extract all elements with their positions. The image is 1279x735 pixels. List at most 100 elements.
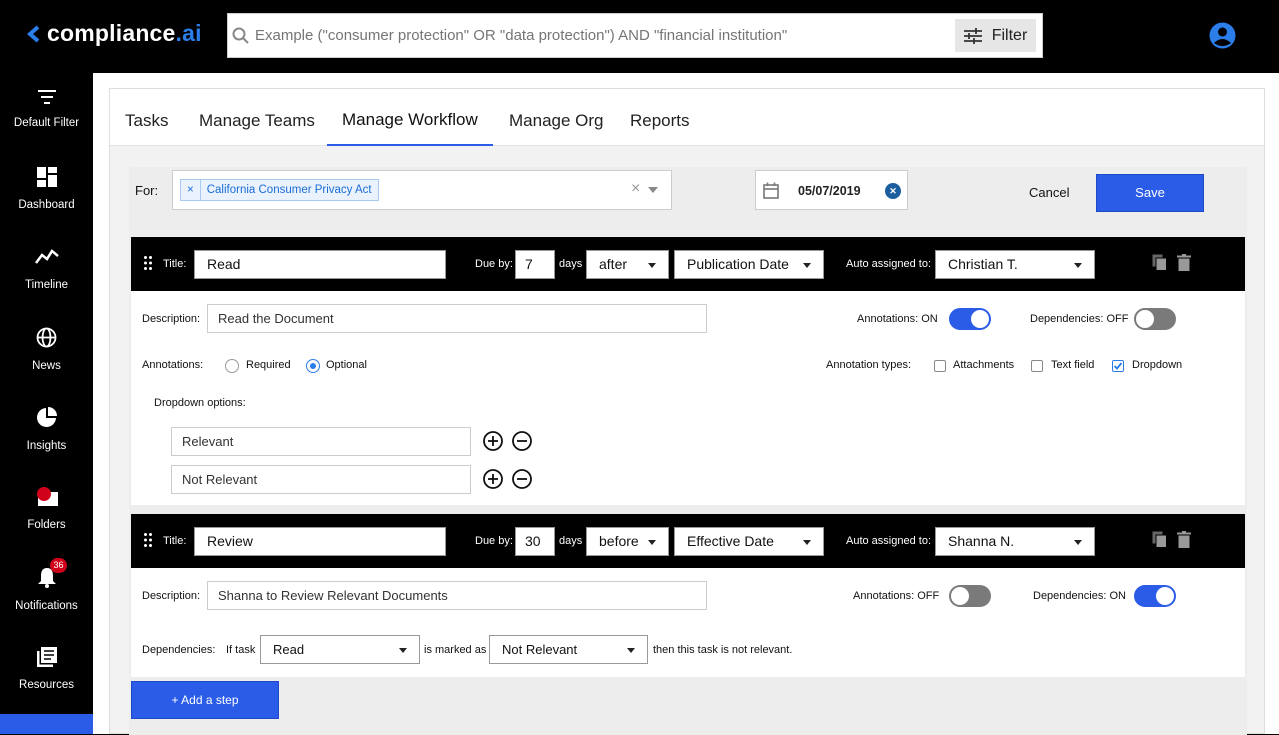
text-field-label: Text field	[1051, 359, 1095, 371]
event-select[interactable]: Effective Date	[674, 527, 824, 556]
save-button[interactable]: Save	[1096, 174, 1204, 212]
sidebar-item-notifications[interactable]: 36 Notifications	[0, 558, 93, 647]
assignee-select[interactable]: Christian T.	[935, 250, 1095, 279]
copy-icon[interactable]	[1152, 531, 1167, 548]
workflow-panel: Tasks Manage Teams Manage Workflow Manag…	[109, 88, 1265, 735]
step-body: Description: Read the Document Annotatio…	[131, 291, 1245, 505]
due-days-input[interactable]: 7	[515, 250, 555, 279]
annotations-label: Annotations:	[142, 359, 204, 371]
assignee-select[interactable]: Shanna N.	[935, 527, 1095, 556]
filter-button[interactable]: Filter	[955, 19, 1036, 52]
dependency-value-select[interactable]: Not Relevant	[489, 635, 648, 664]
folder-icon	[36, 487, 58, 506]
workflow-editor: For: × California Consumer Privacy Act ×…	[129, 167, 1247, 735]
sidebar-item-label: Insights	[26, 440, 67, 452]
calendar-icon	[763, 182, 779, 199]
step-title-input[interactable]: Read	[194, 250, 446, 279]
relation-value: before	[599, 533, 639, 549]
checkmark-icon	[1113, 362, 1123, 370]
regulation-tag: × California Consumer Privacy Act	[180, 179, 379, 201]
sidebar-item-label: News	[32, 360, 61, 372]
tab-manage-teams[interactable]: Manage Teams	[199, 111, 315, 131]
logo-text: compliance	[47, 20, 176, 46]
tab-manage-org[interactable]: Manage Org	[509, 111, 604, 131]
remove-option-icon[interactable]	[512, 469, 532, 489]
sidebar-item-label: Notifications	[15, 600, 78, 612]
dropdown-option-input[interactable]: Not Relevant	[171, 465, 471, 494]
sidebar-active-item[interactable]	[0, 714, 93, 734]
then-text: then this task is not relevant.	[653, 644, 793, 656]
tab-reports[interactable]: Reports	[630, 111, 690, 131]
trash-icon[interactable]	[1177, 531, 1191, 548]
tab-manage-workflow[interactable]: Manage Workflow	[342, 110, 478, 130]
dropdown-options-label: Dropdown options:	[154, 397, 246, 409]
dropdown-option-input[interactable]: Relevant	[171, 427, 471, 456]
sidebar-item-timeline[interactable]: Timeline	[0, 247, 93, 327]
search-bar: Filter	[227, 13, 1043, 58]
step-body: Description: Shanna to Review Relevant D…	[131, 568, 1245, 677]
clear-icon[interactable]: ×	[631, 180, 640, 198]
due-days-input[interactable]: 30	[515, 527, 555, 556]
required-radio[interactable]	[225, 359, 239, 373]
dependency-value: Not Relevant	[502, 642, 578, 657]
sliders-icon	[963, 27, 982, 44]
sidebar-item-label: Default Filter	[13, 117, 80, 129]
search-input[interactable]	[255, 27, 945, 44]
description-input[interactable]: Read the Document	[207, 304, 707, 333]
drag-handle-icon[interactable]	[144, 256, 152, 270]
annotations-toggle[interactable]	[949, 308, 991, 330]
cancel-button[interactable]: Cancel	[1029, 185, 1069, 200]
step-title-input[interactable]: Review	[194, 527, 446, 556]
main-area: Tasks Manage Teams Manage Workflow Manag…	[93, 73, 1279, 735]
date-picker[interactable]: 05/07/2019 ✕	[755, 170, 908, 210]
copy-icon[interactable]	[1152, 254, 1167, 271]
sidebar-item-news[interactable]: News	[0, 327, 93, 407]
clear-date-icon[interactable]: ✕	[885, 183, 901, 199]
sidebar-item-default-filter[interactable]: Default Filter	[0, 89, 93, 169]
trash-icon[interactable]	[1177, 254, 1191, 271]
chevron-down-icon	[1074, 263, 1082, 268]
description-input[interactable]: Shanna to Review Relevant Documents	[207, 581, 707, 610]
attachments-checkbox[interactable]	[934, 360, 946, 372]
remove-option-icon[interactable]	[512, 431, 532, 451]
add-option-icon[interactable]	[483, 431, 503, 451]
optional-radio[interactable]	[306, 359, 320, 373]
chevron-down-icon	[803, 263, 811, 268]
sidebar-item-label: Dashboard	[18, 199, 75, 211]
is-marked-as-label: is marked as	[424, 644, 487, 656]
relation-select[interactable]: before	[586, 527, 669, 556]
toggle-knob	[1156, 587, 1174, 605]
library-icon	[36, 647, 57, 667]
dependencies-label: Dependencies:	[142, 644, 216, 656]
chevron-down-icon	[1074, 540, 1082, 545]
sidebar-item-insights[interactable]: Insights	[0, 407, 93, 487]
event-select[interactable]: Publication Date	[674, 250, 824, 279]
tab-tasks[interactable]: Tasks	[125, 111, 168, 131]
toggle-knob	[1136, 310, 1154, 328]
filter-label: Filter	[991, 26, 1028, 44]
logo[interactable]: compliance .ai	[26, 20, 202, 47]
dropdown-checkbox[interactable]	[1112, 360, 1124, 372]
add-option-icon[interactable]	[483, 469, 503, 489]
annotations-toggle[interactable]	[949, 585, 991, 607]
dependencies-toggle[interactable]	[1134, 585, 1176, 607]
title-label: Title:	[163, 258, 187, 270]
user-account-icon[interactable]	[1209, 22, 1236, 49]
notification-count-badge: 36	[50, 558, 67, 573]
sidebar-item-folders[interactable]: Folders	[0, 487, 93, 567]
drag-handle-icon[interactable]	[144, 533, 152, 547]
dependency-task-select[interactable]: Read	[260, 635, 420, 664]
regulation-select[interactable]: × California Consumer Privacy Act ×	[172, 170, 672, 210]
regulation-tag-label: California Consumer Privacy Act	[206, 184, 372, 196]
chevron-down-icon[interactable]	[648, 187, 658, 193]
sidebar-item-label: Folders	[27, 519, 66, 531]
add-step-button[interactable]: + Add a step	[131, 681, 279, 719]
dependencies-toggle[interactable]	[1134, 308, 1176, 330]
toggle-knob	[971, 310, 989, 328]
remove-tag-icon[interactable]: ×	[181, 180, 201, 200]
sidebar-item-label: Timeline	[24, 279, 69, 291]
relation-select[interactable]: after	[586, 250, 669, 279]
text-field-checkbox[interactable]	[1031, 360, 1043, 372]
days-label: days	[559, 258, 583, 270]
sidebar-item-dashboard[interactable]: Dashboard	[0, 167, 93, 247]
